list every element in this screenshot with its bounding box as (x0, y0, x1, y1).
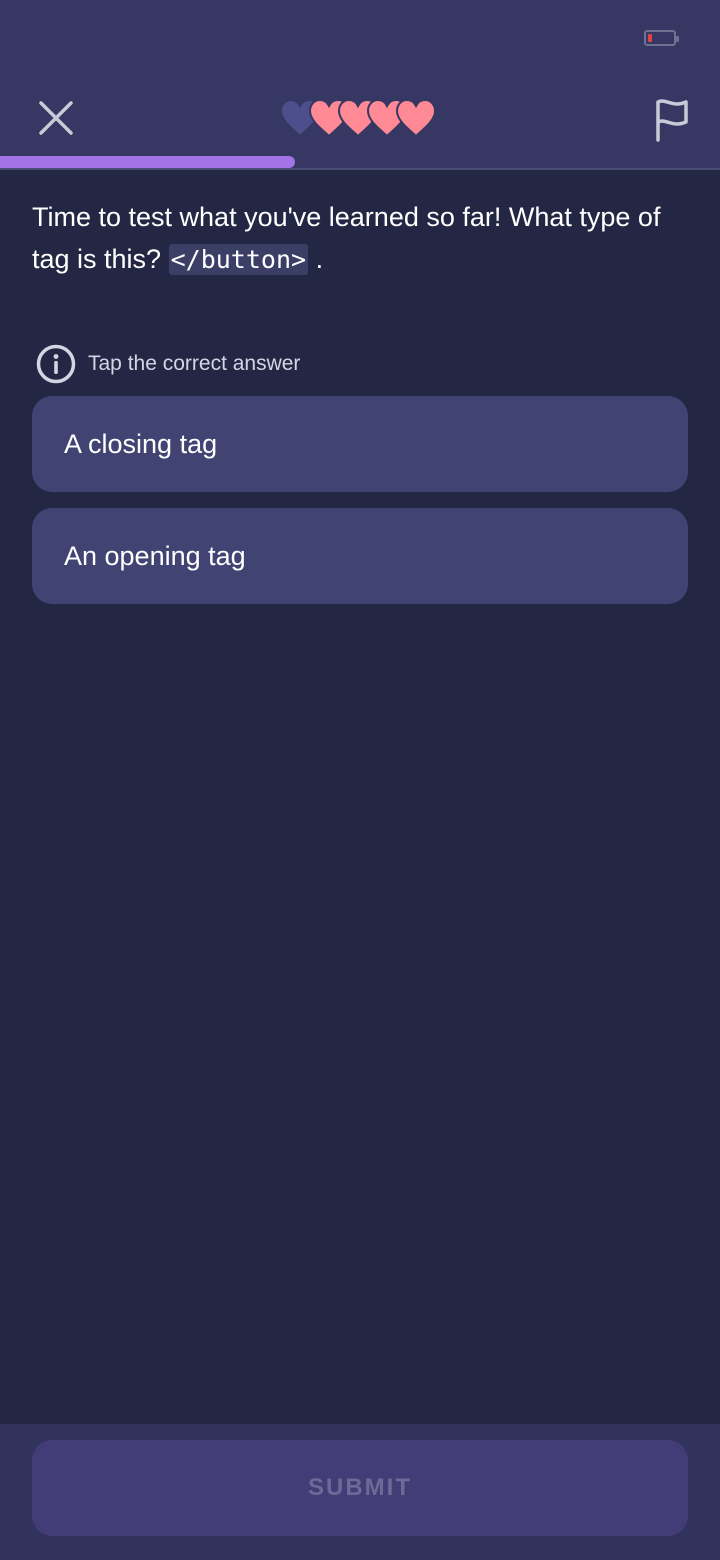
submit-label: SUBMIT (308, 1474, 412, 1501)
question-text: Time to test what you've learned so far!… (32, 196, 692, 281)
close-button[interactable] (30, 94, 82, 142)
answer-hint: Tap the correct answer (36, 344, 300, 384)
answer-label: A closing tag (64, 428, 218, 459)
top-bar (0, 80, 720, 170)
question-code-snippet: </button> (168, 244, 309, 275)
hint-label: Tap the correct answer (88, 352, 301, 375)
answer-option-opening-tag[interactable]: An opening tag (32, 508, 688, 604)
lesson-progress-bar (0, 156, 296, 168)
heart-full-icon (395, 98, 437, 138)
battery-level (648, 34, 652, 42)
status-bar (0, 0, 720, 80)
answer-label: An opening tag (64, 540, 246, 571)
lives-hearts (278, 98, 448, 140)
question-prompt: Time to test what you've learned so far!… (32, 202, 661, 274)
report-flag-button[interactable] (646, 94, 698, 146)
submit-button[interactable]: SUBMIT (32, 1440, 688, 1536)
flag-icon (656, 99, 688, 142)
close-icon (39, 101, 73, 135)
answer-option-closing-tag[interactable]: A closing tag (32, 396, 688, 492)
battery-low-icon (644, 30, 679, 46)
question-end: . (315, 244, 324, 274)
info-icon (36, 344, 76, 384)
bottom-bar: SUBMIT (0, 1424, 720, 1560)
